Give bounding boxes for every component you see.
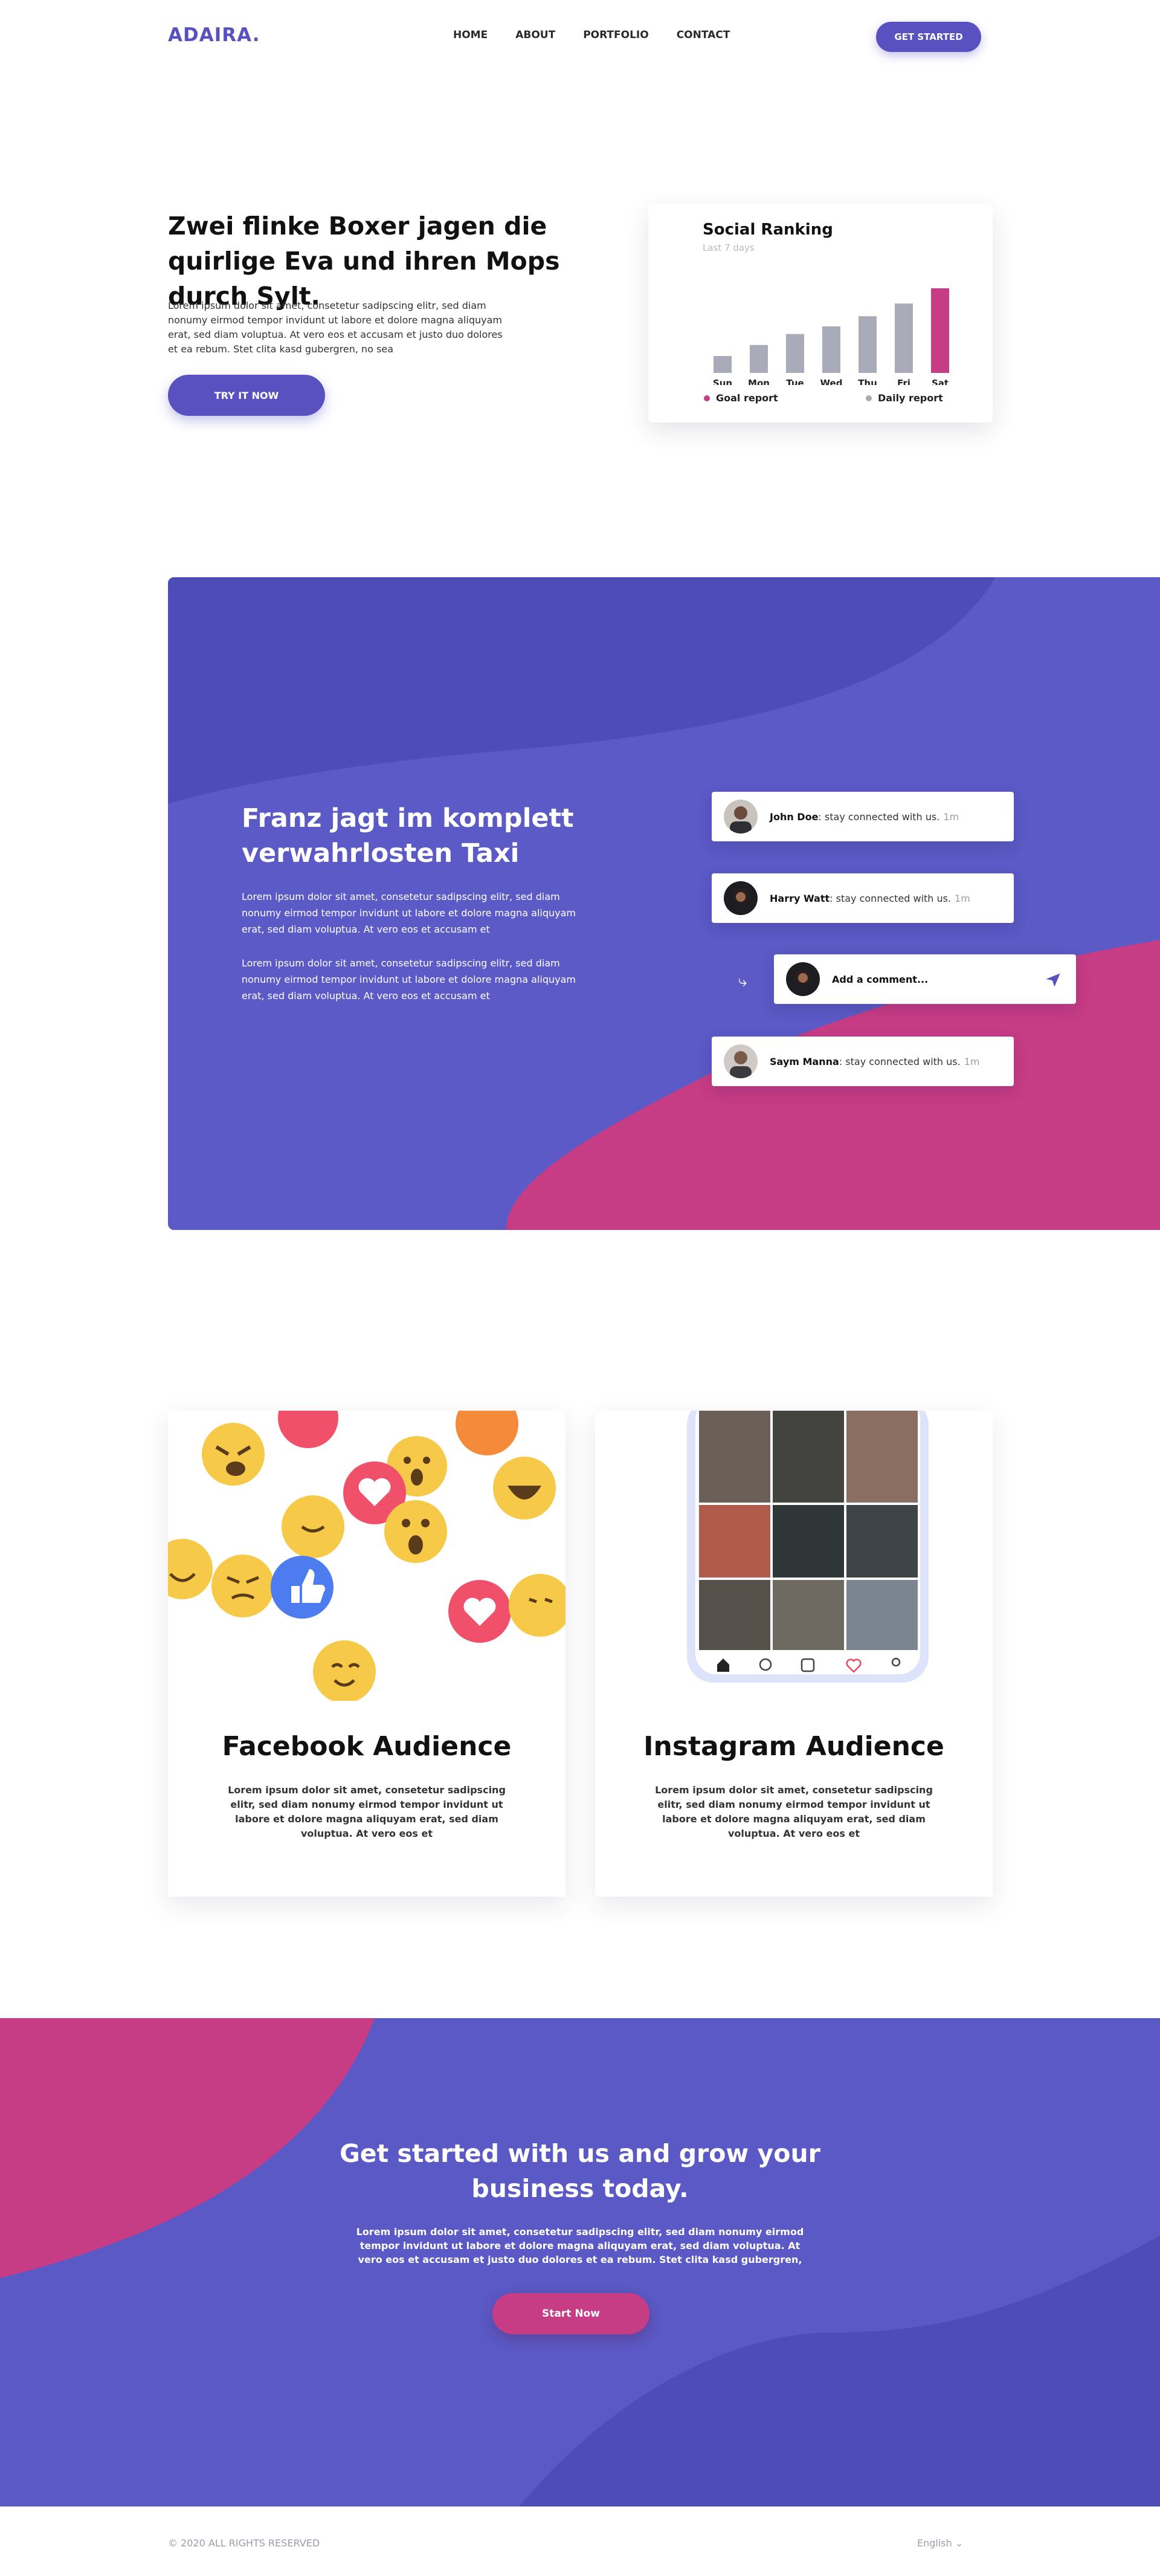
add-comment-input[interactable]: Add a comment... (832, 974, 928, 985)
tick-label-thu: Thu (858, 378, 877, 385)
section2-paragraph-2: Lorem ipsum dolor sit amet, consetetur s… (242, 957, 576, 1002)
add-comment-box[interactable]: Add a comment... (774, 954, 1076, 1004)
main-menu: HOME ABOUT PORTFOLIO CONTACT (453, 29, 758, 41)
instagram-card-text: Lorem ipsum dolor sit amet, consetetur s… (655, 1784, 933, 1839)
language-selector[interactable]: English ⌄ (917, 2537, 963, 2549)
ranking-bar-chart: Sun Mon Tue Wed Thu Fri Sat (713, 288, 949, 385)
hero-title: Zwei flinke Boxer jagen die quirlige Eva… (168, 212, 560, 311)
social-section: Franz jagt im komplett verwahrlosten Tax… (168, 577, 1160, 1230)
tick-label-fri: Fri (897, 378, 910, 385)
comment-saym[interactable]: Saym Manna: stay connected with us. 1m (712, 1037, 1014, 1086)
bar-sat (931, 288, 949, 373)
instagram-phone-illustration (687, 1411, 929, 1683)
nav-about[interactable]: ABOUT (515, 29, 555, 41)
bar-thu (859, 316, 877, 373)
legend-goal-label: Goal report (716, 392, 778, 404)
get-started-button[interactable]: GET STARTED (876, 22, 981, 52)
try-it-now-button[interactable]: TRY IT NOW (168, 375, 325, 416)
legend-daily: Daily report (866, 392, 943, 404)
section2-paragraph-1: Lorem ipsum dolor sit amet, consetetur s… (242, 891, 576, 935)
comment-john[interactable]: John Doe: stay connected with us. 1m (712, 792, 1014, 841)
reply-arrow-icon: ⤷ (738, 972, 747, 991)
section2-title: Franz jagt im komplett verwahrlosten Tax… (242, 803, 574, 869)
bar-sun (714, 356, 732, 373)
bar-tue (786, 334, 804, 373)
avatar (786, 962, 820, 996)
instagram-card-title: Instagram Audience (643, 1731, 944, 1762)
comment-text: Saym Manna: stay connected with us. 1m (770, 1055, 980, 1067)
instagram-card: Instagram Audience Lorem ipsum dolor sit… (595, 1411, 993, 1897)
legend-daily-dot (866, 395, 872, 401)
bar-mon (750, 345, 768, 373)
emoji-icon (168, 1411, 566, 1703)
legend-daily-label: Daily report (878, 392, 943, 404)
tick-label-tue: Tue (786, 378, 804, 385)
tick-label-wed: Wed (820, 378, 843, 385)
ranking-title: Social Ranking (703, 221, 833, 239)
cta-section: Get started with us and grow your busine… (0, 2018, 1160, 2506)
facebook-emoji-illustration (168, 1411, 566, 1703)
logo[interactable]: ADAIRA. (168, 24, 260, 46)
legend-goal: Goal report (704, 392, 778, 404)
avatar (724, 800, 758, 833)
bar-fri (895, 303, 913, 373)
nav-contact[interactable]: CONTACT (677, 29, 730, 41)
send-icon[interactable] (1045, 971, 1062, 988)
avatar (724, 1044, 758, 1078)
cta-text: Lorem ipsum dolor sit amet, consetetur s… (356, 2226, 804, 2265)
legend-goal-dot (704, 395, 710, 401)
cta-title: Get started with us and grow your busine… (340, 2139, 820, 2203)
nav-portfolio[interactable]: PORTFOLIO (583, 29, 649, 41)
comment-text: John Doe: stay connected with us. 1m (770, 811, 959, 823)
facebook-card-text: Lorem ipsum dolor sit amet, consetetur s… (228, 1784, 506, 1839)
facebook-card: Facebook Audience Lorem ipsum dolor sit … (168, 1411, 566, 1897)
tick-label-mon: Mon (748, 378, 770, 385)
comment-text: Harry Watt: stay connected with us. 1m (770, 892, 970, 904)
start-now-button[interactable]: Start Now (492, 2293, 649, 2334)
facebook-card-title: Facebook Audience (222, 1731, 512, 1762)
social-ranking-card: Social Ranking Last 7 days Sun Mon Tue Wed T… (648, 204, 993, 422)
nav-home[interactable]: HOME (453, 29, 488, 41)
photo-grid (699, 1411, 918, 1650)
copyright: © 2020 ALL RIGHTS RESERVED (168, 2537, 320, 2549)
top-nav: ADAIRA. HOME ABOUT PORTFOLIO CONTACT GET… (0, 0, 1160, 73)
hero-text: Lorem ipsum dolor sit amet, consetetur s… (168, 300, 503, 355)
bar-wed (822, 326, 840, 373)
chevron-down-icon: ⌄ (955, 2537, 964, 2549)
avatar (724, 881, 758, 915)
tick-label-sat: Sat (932, 378, 949, 385)
tick-label-sun: Sun (713, 378, 732, 385)
comment-harry[interactable]: Harry Watt: stay connected with us. 1m (712, 873, 1014, 923)
